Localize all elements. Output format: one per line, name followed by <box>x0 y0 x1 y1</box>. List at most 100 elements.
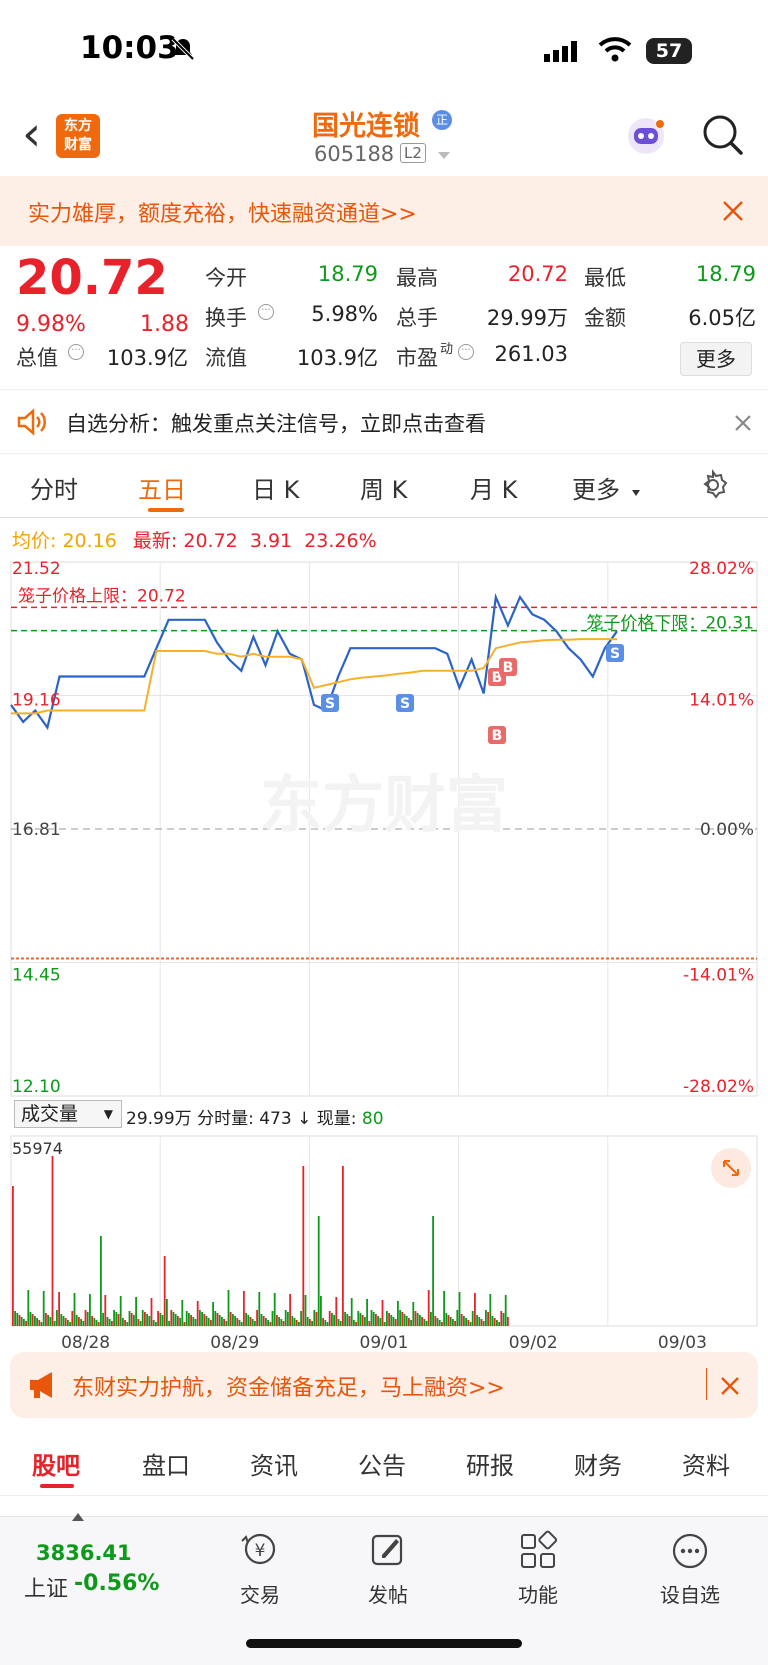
bell-muted-icon <box>171 37 195 61</box>
volume-bar <box>432 1216 434 1326</box>
volume-bar <box>344 1312 346 1326</box>
analysis-notice[interactable]: 自选分析：触发重点关注信号，立即点击查看 <box>0 390 768 454</box>
volume-bar <box>449 1317 452 1326</box>
volume-bar <box>474 1293 476 1326</box>
financing-promo-banner[interactable]: 东财实力护航，资金储备充足，马上融资>> <box>10 1352 758 1418</box>
price-chart[interactable]: 东方财富 笼子价格上限：20.72笼子价格下限：20.31 S SBBBS 21.… <box>0 556 768 1100</box>
nav-post[interactable]: 发帖 <box>340 1527 436 1608</box>
volume-bar <box>163 1256 166 1326</box>
volume-bar <box>427 1290 430 1326</box>
volume-bar <box>201 1312 203 1326</box>
status-bar: 10:03 57 <box>0 0 768 100</box>
volume-bar <box>458 1292 461 1326</box>
edit-icon <box>371 1534 403 1566</box>
volume-bar <box>190 1315 192 1326</box>
volume-bar <box>399 1310 401 1326</box>
volume-bar <box>174 1314 177 1326</box>
volume-bar <box>207 1318 210 1326</box>
tab-monthly-k[interactable]: 月 K <box>470 470 517 505</box>
info-tabs: 股吧 盘口 资讯 公告 研报 财务 资料 <box>0 1432 768 1496</box>
volume-bar <box>249 1317 252 1326</box>
financing-banner[interactable]: 实力雄厚，额度充裕，快速融资通道>> <box>0 176 768 246</box>
volume-bar <box>256 1310 258 1326</box>
more-button[interactable]: 更多 <box>680 342 752 376</box>
volume-bar <box>383 1322 386 1326</box>
y-tick-right: 28.02% <box>689 559 754 579</box>
volume-bar <box>339 1321 342 1326</box>
battery-icon: 57 <box>646 38 692 64</box>
volume-bar <box>388 1313 390 1326</box>
volume-bar <box>34 1316 36 1326</box>
info-icon[interactable]: ··· <box>258 304 274 320</box>
tab-profile[interactable]: 资料 <box>682 1446 730 1481</box>
tab-daily-k[interactable]: 日 K <box>252 470 299 505</box>
volume-bar <box>221 1317 223 1326</box>
upper-limit-label: 笼子价格上限：20.72 <box>18 586 186 606</box>
tab-intraday[interactable]: 分时 <box>30 470 78 505</box>
volume-bar <box>159 1313 162 1326</box>
volume-bar <box>460 1314 463 1326</box>
volume-bar <box>425 1321 428 1326</box>
volume-chart[interactable]: 55974 08/28 08/29 09/01 09/02 09/03 <box>0 1132 768 1352</box>
volume-bar <box>18 1315 21 1326</box>
volume-bar <box>240 1322 243 1326</box>
volume-selector[interactable]: 成交量 ▼ <box>14 1100 122 1128</box>
pe-value: 261.03 <box>494 342 568 366</box>
volume-bar <box>507 1317 509 1326</box>
code-dropdown-icon[interactable] <box>438 152 450 159</box>
nav-functions[interactable]: 功能 <box>490 1527 586 1608</box>
tab-announcement[interactable]: 公告 <box>358 1446 406 1481</box>
volume-bar <box>386 1311 388 1326</box>
volume-bar <box>280 1319 283 1326</box>
tab-research[interactable]: 研报 <box>466 1446 514 1481</box>
mcap-label: 总值 <box>16 346 58 370</box>
stock-name[interactable]: 国光连锁 <box>312 104 420 143</box>
nav-functions-label: 功能 <box>518 1583 558 1607</box>
tab-five-day[interactable]: 五日 <box>138 470 186 505</box>
volume-bar <box>192 1317 195 1326</box>
wifi-icon <box>598 37 632 62</box>
y-tick-left: 16.81 <box>12 820 61 840</box>
volume-bar <box>100 1236 102 1326</box>
close-icon[interactable] <box>722 200 744 222</box>
gear-icon[interactable] <box>697 469 729 501</box>
tab-weekly-k[interactable]: 周 K <box>360 470 407 505</box>
volume-bar <box>394 1319 397 1326</box>
volume-bar <box>91 1316 93 1326</box>
volume-bar <box>205 1316 208 1326</box>
x-tick-label: 08/28 <box>61 1333 110 1352</box>
back-icon: ‹ <box>22 106 42 162</box>
volume-bar <box>161 1315 164 1326</box>
volume-bar <box>155 1322 157 1326</box>
tab-news[interactable]: 资讯 <box>250 1446 298 1481</box>
volume-bar <box>73 1293 76 1326</box>
close-icon[interactable] <box>720 1376 740 1396</box>
info-icon[interactable]: ··· <box>68 344 84 360</box>
lower-limit-label: 笼子价格下限：20.31 <box>586 614 754 634</box>
search-icon[interactable] <box>700 112 744 156</box>
amount-value: 6.05亿 <box>688 306 756 330</box>
volume-bar <box>67 1320 69 1326</box>
volume-bar <box>243 1291 245 1326</box>
robot-assistant-icon[interactable] <box>624 114 668 158</box>
volume-bar <box>12 1186 14 1326</box>
chevron-up-icon[interactable] <box>72 1513 84 1521</box>
tab-finance[interactable]: 财务 <box>574 1446 622 1481</box>
info-icon[interactable]: ··· <box>458 344 474 360</box>
index-value[interactable]: 3836.41 <box>36 1541 132 1565</box>
tab-more[interactable]: 更多 <box>572 470 620 505</box>
volume-value: 29.99万 <box>486 306 568 330</box>
close-icon[interactable] <box>734 414 752 432</box>
divider <box>706 1368 707 1400</box>
back-button[interactable]: ‹ <box>22 110 41 158</box>
volume-bar <box>372 1312 375 1326</box>
nav-trade[interactable]: ¥ 交易 <box>212 1527 308 1608</box>
nav-add-watchlist[interactable]: 设自选 <box>642 1527 738 1608</box>
volume-bar <box>168 1321 170 1326</box>
mcap-value: 103.9亿 <box>106 346 188 370</box>
volume-bar <box>104 1295 107 1326</box>
tab-pankou[interactable]: 盘口 <box>142 1446 190 1481</box>
tab-guba[interactable]: 股吧 <box>32 1446 80 1481</box>
volume-bar <box>300 1311 302 1326</box>
volume-bar <box>293 1318 296 1326</box>
